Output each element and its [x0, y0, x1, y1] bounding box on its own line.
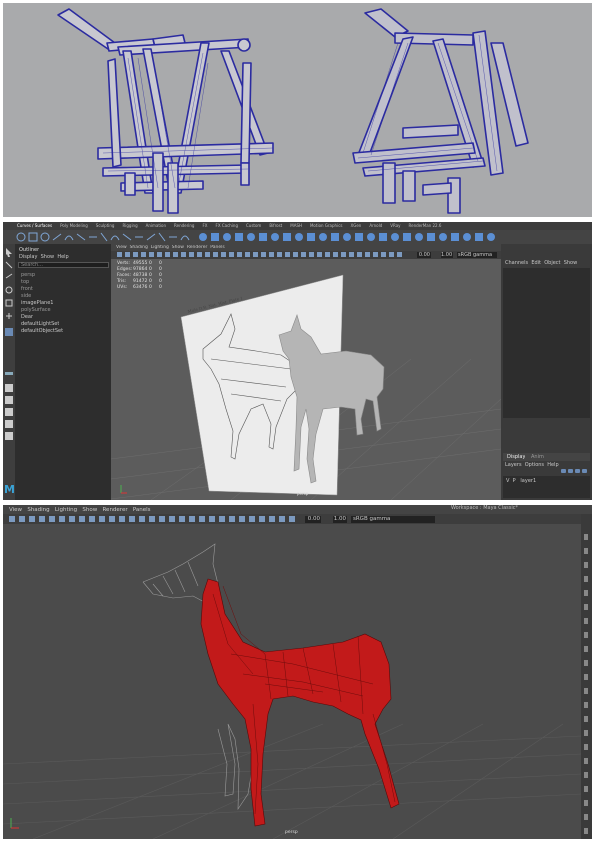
shelf-tab[interactable]: MASH — [290, 223, 302, 228]
outliner-item-objectset[interactable]: defaultObjectSet — [21, 328, 63, 334]
exposure-field-2[interactable]: 0.00 — [305, 516, 321, 523]
outliner-menu-help[interactable]: Help — [57, 254, 68, 260]
layer-icons[interactable] — [561, 469, 589, 474]
layer-menu-help[interactable]: Help — [547, 462, 558, 468]
menu-panels[interactable]: Panels — [210, 245, 224, 250]
outliner-menu-display[interactable]: Display — [19, 254, 37, 260]
tab-display[interactable]: Display — [507, 454, 525, 460]
menu-panels[interactable]: Panels — [133, 507, 151, 513]
deer-muscle-model[interactable] — [200, 578, 400, 827]
layer-row-layer1[interactable]: V P layer1 — [506, 478, 536, 484]
layer-list: V P layer1 — [503, 476, 590, 498]
channel-list — [503, 268, 590, 418]
tab-anim[interactable]: Anim — [531, 454, 544, 460]
shelf-tab[interactable]: FX Caching — [216, 223, 238, 228]
cb-object[interactable]: Object — [544, 260, 560, 266]
tool-icons[interactable] — [3, 244, 15, 500]
menu-view[interactable]: View — [116, 245, 127, 250]
outliner-item-front[interactable]: front — [21, 286, 33, 292]
shelf-tab[interactable]: Rigging — [122, 223, 137, 228]
shelf-tab[interactable]: Rendering — [174, 223, 194, 228]
shelf-tab[interactable]: Poly Modeling — [60, 223, 88, 228]
viewport-toolbar-2-icons[interactable] — [3, 514, 303, 524]
menu-view[interactable]: View — [9, 507, 22, 513]
viewport-menu-bar: View Shading Lighting Show Renderer Pane… — [111, 244, 501, 251]
outliner-item-top[interactable]: top — [21, 279, 29, 285]
shelf-tab-bar: Curves / Surfaces Poly Modeling Sculpting R… — [3, 222, 592, 230]
maya-logo-icon: M — [4, 483, 15, 496]
camera-label: persp — [297, 491, 309, 496]
viewport-toolbar: 0.00 1.00 sRGB gamma — [111, 251, 501, 259]
gamma-field-2[interactable]: 1.00 — [333, 516, 347, 523]
outliner-item-polysurface[interactable]: polySurface — [21, 307, 51, 313]
menu-lighting[interactable]: Lighting — [151, 245, 169, 250]
scene-deer-muscles — [3, 543, 581, 839]
shelf-tab[interactable]: Bifrost — [269, 223, 282, 228]
toolbox: M — [3, 244, 15, 500]
viewport-toolbar-2: 0.00 1.00 sRGB gamma — [3, 514, 592, 524]
cb-channels[interactable]: Channels — [505, 260, 528, 266]
catapult-wireframe-left — [57, 8, 529, 214]
shelf-tab[interactable]: FX — [202, 223, 207, 228]
colorspace-select-2[interactable]: sRGB gamma — [351, 516, 435, 523]
maya-viewport-muscles: View Shading Lighting Show Renderer Pane… — [3, 505, 592, 839]
channel-box-menu: Channels Edit Object Show — [505, 260, 577, 266]
shelf-tab[interactable]: VRay — [390, 223, 400, 228]
menu-lighting[interactable]: Lighting — [55, 507, 77, 513]
menu-shading[interactable]: Shading — [130, 245, 148, 250]
workspace-label[interactable]: Workspace : Maya Classic* — [451, 505, 518, 511]
outliner-item-imageplane[interactable]: imagePlane1 — [21, 300, 53, 306]
right-sidebar-tabs[interactable] — [581, 514, 592, 839]
colorspace-select[interactable]: sRGB gamma — [457, 252, 497, 258]
cb-edit[interactable]: Edit — [531, 260, 541, 266]
viewport-menu-2: View Shading Lighting Show Renderer Pane… — [9, 507, 151, 513]
menu-show[interactable]: Show — [172, 245, 184, 250]
outliner-item-side[interactable]: side — [21, 293, 31, 299]
layer-tabs: Display Anim — [503, 453, 590, 461]
outliner-search-input[interactable]: Search... — [18, 262, 109, 268]
shelf-tabs: Curves / Surfaces Poly Modeling Sculpting R… — [17, 223, 592, 229]
outliner-item-persp[interactable]: persp — [21, 272, 35, 278]
shelf-tab[interactable]: Arnold — [369, 223, 382, 228]
menu-renderer[interactable]: Renderer — [102, 507, 127, 513]
outliner-item-lightset[interactable]: defaultLightSet — [21, 321, 59, 327]
outliner-item-dear[interactable]: Dear — [21, 314, 33, 320]
menu-show[interactable]: Show — [82, 507, 97, 513]
viewport-menu-bar-2: View Shading Lighting Show Renderer Pane… — [3, 505, 592, 514]
shelf-icons — [3, 230, 592, 244]
layer-menu-layers[interactable]: Layers — [505, 462, 522, 468]
outliner-menu: Display Show Help — [19, 254, 69, 260]
viewport-toolbar-icons[interactable] — [111, 251, 411, 259]
viewport-persp[interactable]: Verts: 49555 0 0 Edges:97864 0 0 Faces: 48738 0… — [111, 259, 501, 500]
menu-shading[interactable]: Shading — [27, 507, 49, 513]
shelf-tab[interactable]: RenderMan 22.6 — [409, 223, 442, 228]
catapult-wireframe-panel — [3, 3, 592, 217]
outliner-search-placeholder: Search... — [21, 262, 43, 268]
scene-deer-imageplane: Mule D.R. Nat. Hist. Plate 1 — [111, 274, 501, 500]
shelf-tab[interactable]: Curves / Surfaces — [17, 223, 52, 228]
shelf-tab[interactable]: Motion Graphics — [310, 223, 343, 228]
camera-label-2: persp — [285, 830, 298, 835]
cb-show[interactable]: Show — [564, 260, 578, 266]
shelf-tab[interactable]: Animation — [146, 223, 166, 228]
layer-menu-options[interactable]: Options — [525, 462, 544, 468]
shelf-icon-row — [16, 232, 495, 242]
layer-menu: Layers Options Help — [505, 462, 559, 468]
channel-box: Channels Edit Object Show Display Anim L… — [501, 244, 592, 500]
outliner-title: Outliner — [19, 247, 40, 253]
catapult-wireframe-right — [352, 8, 529, 214]
exposure-field[interactable]: 0.00 — [417, 252, 431, 258]
outliner-panel: Outliner Display Show Help Search... per… — [15, 244, 111, 500]
menu-renderer[interactable]: Renderer — [187, 245, 208, 250]
outliner-menu-show[interactable]: Show — [41, 254, 55, 260]
gamma-field[interactable]: 1.00 — [441, 252, 453, 258]
maya-window: Curves / Surfaces Poly Modeling Sculpting R… — [3, 222, 592, 500]
vertical-tab-labels[interactable] — [584, 534, 588, 834]
viewport-persp-2[interactable]: persp — [3, 524, 581, 839]
shelf-tab[interactable]: XGen — [350, 223, 361, 228]
shelf-tab[interactable]: Sculpting — [96, 223, 115, 228]
shelf-tab[interactable]: Custom — [246, 223, 261, 228]
